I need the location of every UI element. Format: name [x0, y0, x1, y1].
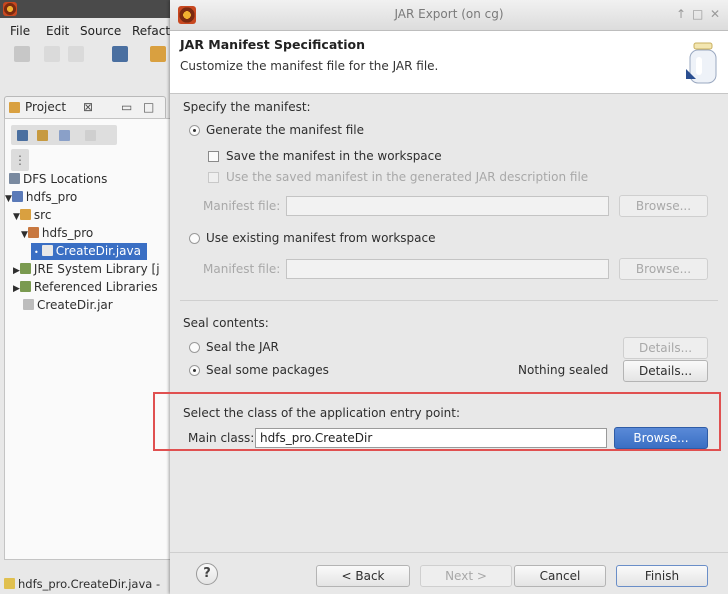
expand-arrow-icon[interactable]: ▶: [13, 284, 20, 294]
expand-arrow-icon[interactable]: ▼: [21, 230, 28, 240]
tree-item[interactable]: ▼ src: [13, 207, 51, 224]
save-icon[interactable]: [44, 46, 60, 62]
main-class-text[interactable]: [256, 429, 606, 447]
eclipse-logo-icon: [3, 2, 17, 16]
expand-arrow-icon[interactable]: ▼: [13, 212, 20, 222]
explorer-toolbar: [11, 125, 117, 145]
tree-item[interactable]: ▶ JRE System Library [j: [13, 261, 160, 278]
tree-item[interactable]: DFS Locations: [9, 171, 107, 188]
tree-item[interactable]: ▼ hdfs_pro: [5, 189, 77, 206]
library-icon: [19, 281, 31, 292]
seal-packages-radio[interactable]: [189, 365, 200, 376]
project-explorer-icon: [9, 102, 20, 113]
seal-jar-label[interactable]: Seal the JAR: [206, 340, 279, 354]
manifest-file-label: Manifest file:: [203, 199, 281, 213]
seal-contents-label: Seal contents:: [183, 316, 269, 330]
close-icon[interactable]: ⊠: [83, 100, 93, 114]
help-button[interactable]: ?: [196, 563, 218, 585]
drag-handle-icon[interactable]: ⋮: [11, 149, 29, 171]
browse-manifest-button[interactable]: Browse...: [619, 195, 708, 217]
project-explorer: ⋮ DFS Locations ▼ hdfs_pro ▼ src ▼ hdfs_pro…: [4, 118, 180, 560]
menu-source[interactable]: Source: [80, 24, 121, 38]
entry-point-label: Select the class of the application entr…: [183, 406, 461, 420]
menu-edit[interactable]: Edit: [46, 24, 69, 38]
view-menu-icon[interactable]: [85, 130, 96, 141]
tab-project-label: Project: [25, 100, 67, 114]
tree-item-selected[interactable]: • CreateDir.java: [31, 243, 147, 260]
generate-manifest-label[interactable]: Generate the manifest file: [206, 123, 364, 137]
dfs-icon: [9, 173, 20, 184]
package-explorer-icon[interactable]: [150, 46, 166, 62]
details-jar-button[interactable]: Details...: [623, 337, 708, 359]
jar-export-dialog: JAR Export (on cg) ↑ □ ✕ JAR Manifest Sp…: [170, 0, 728, 594]
print-icon[interactable]: [68, 46, 84, 62]
package-icon: [27, 227, 39, 238]
generate-manifest-radio[interactable]: [189, 125, 200, 136]
expand-arrow-icon[interactable]: ▶: [13, 266, 20, 276]
page-title: JAR Manifest Specification: [180, 37, 366, 52]
java-file-icon: [4, 578, 15, 589]
folder-icon: [19, 209, 31, 220]
tree-item[interactable]: ▶ Referenced Libraries: [13, 279, 158, 296]
nothing-sealed-status: Nothing sealed: [518, 363, 609, 377]
use-saved-manifest-checkbox[interactable]: [208, 172, 219, 183]
main-class-label: Main class:: [188, 431, 255, 445]
minimize-icon[interactable]: ▭: [121, 100, 132, 114]
terminal-icon[interactable]: [112, 46, 128, 62]
existing-manifest-file-label: Manifest file:: [203, 262, 281, 276]
browse-existing-manifest-button[interactable]: Browse...: [619, 258, 708, 280]
next-button[interactable]: Next >: [420, 565, 512, 587]
maximize-icon[interactable]: □: [143, 100, 154, 114]
section-divider: [180, 300, 718, 301]
menu-file[interactable]: File: [10, 24, 30, 38]
existing-manifest-file-input[interactable]: [286, 259, 609, 279]
close-icon[interactable]: ✕: [710, 7, 720, 21]
back-button[interactable]: < Back: [316, 565, 410, 587]
menubar: File Edit Source Refactor: [0, 22, 182, 42]
tree-item[interactable]: ▼ hdfs_pro: [21, 225, 93, 242]
eclipse-window: File Edit Source Refactor Project ⊠ ▭ □ …: [0, 0, 182, 594]
browse-main-class-button[interactable]: Browse...: [614, 427, 708, 449]
toolbar: [0, 44, 180, 66]
link-editor-icon[interactable]: [37, 130, 48, 141]
save-manifest-checkbox[interactable]: [208, 151, 219, 162]
collapse-all-icon[interactable]: [17, 130, 28, 141]
filter-icon[interactable]: [59, 130, 70, 141]
dialog-titlebar: JAR Export (on cg) ↑ □ ✕: [170, 0, 728, 31]
main-class-input[interactable]: [255, 428, 607, 448]
tree-item[interactable]: CreateDir.jar: [23, 297, 113, 314]
finish-button[interactable]: Finish: [616, 565, 708, 587]
details-packages-button[interactable]: Details...: [623, 360, 708, 382]
dialog-title: JAR Export (on cg): [394, 7, 504, 21]
java-file-icon: [41, 245, 53, 256]
cancel-button[interactable]: Cancel: [514, 565, 606, 587]
page-description: Customize the manifest file for the JAR …: [180, 59, 439, 73]
manifest-file-input[interactable]: [286, 196, 609, 216]
project-icon: [11, 191, 23, 202]
save-manifest-label[interactable]: Save the manifest in the workspace: [226, 149, 442, 163]
jar-icon: [686, 42, 717, 84]
jar-file-icon: [23, 299, 34, 310]
seal-packages-label[interactable]: Seal some packages: [206, 363, 329, 377]
use-saved-manifest-label: Use the saved manifest in the generated …: [226, 170, 589, 184]
library-icon: [19, 263, 31, 274]
wizard-header: JAR Manifest Specification Customize the…: [170, 31, 728, 94]
expand-arrow-icon[interactable]: ▼: [5, 194, 12, 204]
status-bar: hdfs_pro.CreateDir.java -: [4, 574, 178, 594]
use-existing-manifest-radio[interactable]: [189, 233, 200, 244]
maximize-icon[interactable]: □: [692, 7, 703, 21]
specify-manifest-label: Specify the manifest:: [183, 100, 311, 114]
pin-icon[interactable]: ↑: [676, 7, 686, 21]
new-icon[interactable]: [14, 46, 30, 62]
use-existing-manifest-label[interactable]: Use existing manifest from workspace: [206, 231, 436, 245]
footer-divider: [170, 552, 728, 553]
eclipse-titlebar: [0, 0, 180, 18]
seal-jar-radio[interactable]: [189, 342, 200, 353]
tab-project[interactable]: Project ⊠ ▭ □: [4, 96, 166, 119]
